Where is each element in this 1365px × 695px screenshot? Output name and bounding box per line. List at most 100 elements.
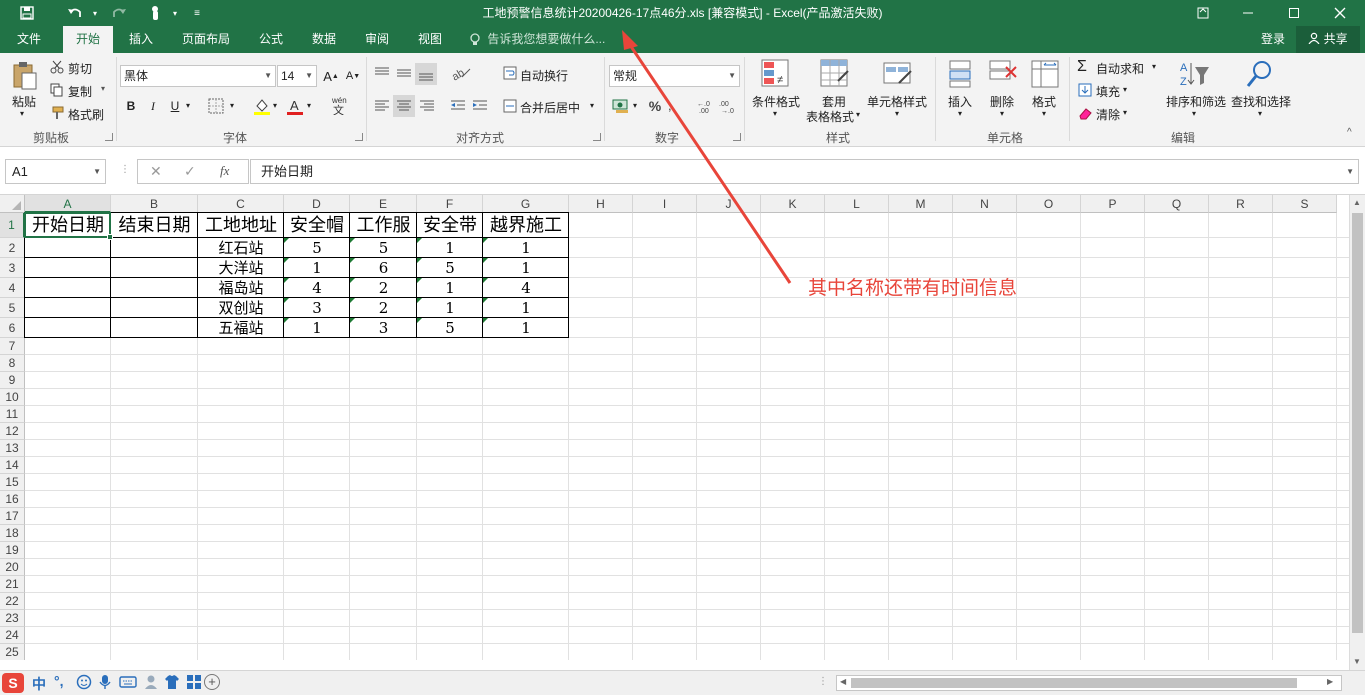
find-select-button[interactable]: 查找和选择 — [1231, 93, 1291, 110]
format-painter-button[interactable]: 格式刷 — [68, 106, 104, 123]
number-launcher-icon[interactable] — [733, 133, 741, 141]
tab-file[interactable]: 文件 — [6, 26, 52, 53]
table-header-cell[interactable]: 安全帽 — [284, 213, 350, 238]
column-header-n[interactable]: N — [953, 195, 1017, 213]
font-color-icon[interactable]: A — [286, 97, 304, 118]
sort-filter-button[interactable]: 排序和筛选 — [1166, 93, 1226, 110]
format-as-table-button-line2[interactable]: 表格格式 — [806, 108, 854, 125]
row-header-7[interactable]: 7 — [0, 338, 25, 355]
autosum-button[interactable]: 自动求和 — [1096, 60, 1144, 77]
table-cell[interactable]: 1 — [483, 318, 569, 338]
column-header-e[interactable]: E — [350, 195, 417, 213]
accounting-format-icon[interactable] — [612, 97, 632, 118]
table-cell[interactable]: 1 — [284, 258, 350, 278]
column-header-p[interactable]: P — [1081, 195, 1145, 213]
table-cell[interactable]: 5 — [417, 318, 483, 338]
paste-dropdown-icon[interactable]: ▾ — [20, 109, 24, 118]
insert-cells-button[interactable]: 插入 — [948, 93, 972, 110]
expand-formula-bar-icon[interactable]: ▼ — [1346, 160, 1354, 183]
column-header-j[interactable]: J — [697, 195, 761, 213]
sign-in-link[interactable]: 登录 — [1254, 26, 1292, 53]
number-as-text-indicator-icon[interactable] — [483, 278, 488, 283]
number-as-text-indicator-icon[interactable] — [483, 318, 488, 323]
ribbon-display-options-icon[interactable] — [1180, 0, 1226, 26]
insert-dropdown-icon[interactable]: ▾ — [958, 109, 962, 118]
horizontal-scrollbar[interactable]: ◀ ▶ — [836, 675, 1342, 691]
table-cell[interactable]: 1 — [483, 258, 569, 278]
align-right-icon[interactable] — [418, 98, 436, 117]
table-cell[interactable]: 1 — [284, 318, 350, 338]
row-header-13[interactable]: 13 — [0, 440, 25, 457]
ime-mode-label[interactable]: 中 — [32, 674, 46, 694]
column-header-c[interactable]: C — [198, 195, 284, 213]
cancel-icon[interactable]: ✕ — [150, 163, 162, 180]
table-header-cell[interactable]: 安全带 — [417, 213, 483, 238]
row-header-10[interactable]: 10 — [0, 389, 25, 406]
customize-qat-icon[interactable]: ≡ — [188, 0, 206, 26]
alignment-launcher-icon[interactable] — [593, 133, 601, 141]
accounting-dropdown-icon[interactable]: ▾ — [633, 101, 637, 110]
font-size-select[interactable]: 14 ▼ — [277, 65, 317, 87]
table-cell[interactable]: 大洋站 — [198, 258, 284, 278]
row-header-15[interactable]: 15 — [0, 474, 25, 491]
column-header-a[interactable]: A — [25, 195, 111, 213]
number-as-text-indicator-icon[interactable] — [417, 318, 422, 323]
undo-dropdown-icon[interactable]: ▾ — [88, 0, 102, 26]
conditional-dropdown-icon[interactable]: ▾ — [773, 109, 777, 118]
table-header-cell[interactable]: 结束日期 — [111, 213, 198, 238]
table-cell[interactable]: 5 — [417, 258, 483, 278]
column-header-o[interactable]: O — [1017, 195, 1081, 213]
fill-color-dropdown-icon[interactable]: ▾ — [273, 101, 277, 110]
increase-font-size-icon[interactable]: A ▲ — [320, 65, 342, 87]
row-header-11[interactable]: 11 — [0, 406, 25, 423]
paste-icon[interactable] — [12, 61, 38, 94]
cell-styles-button[interactable]: 单元格样式 — [867, 93, 927, 110]
row-header-2[interactable]: 2 — [0, 238, 25, 258]
table-cell[interactable]: 6 — [350, 258, 417, 278]
row-header-3[interactable]: 3 — [0, 258, 25, 278]
table-cell[interactable]: 红石站 — [198, 238, 284, 258]
row-header-18[interactable]: 18 — [0, 525, 25, 542]
tab-review[interactable]: 审阅 — [356, 26, 398, 53]
split-handle-icon[interactable]: ⋮ — [818, 676, 828, 687]
merge-center-button[interactable]: 合并后居中 — [520, 99, 580, 116]
scroll-left-icon[interactable]: ◀ — [840, 677, 846, 686]
find-dropdown-icon[interactable]: ▾ — [1258, 109, 1262, 118]
undo-icon[interactable] — [62, 0, 88, 26]
table-cell[interactable]: 1 — [483, 298, 569, 318]
number-as-text-indicator-icon[interactable] — [350, 278, 355, 283]
column-header-l[interactable]: L — [825, 195, 889, 213]
decrease-indent-icon[interactable] — [449, 98, 467, 117]
column-header-k[interactable]: K — [761, 195, 825, 213]
row-header-19[interactable]: 19 — [0, 542, 25, 559]
table-header-cell[interactable]: 工作服 — [350, 213, 417, 238]
save-icon[interactable] — [14, 0, 40, 26]
maximize-icon[interactable] — [1271, 0, 1317, 26]
enter-icon[interactable]: ✓ — [184, 163, 196, 180]
number-as-text-indicator-icon[interactable] — [284, 298, 289, 303]
table-cell[interactable]: 1 — [417, 298, 483, 318]
number-as-text-indicator-icon[interactable] — [417, 238, 422, 243]
microphone-icon[interactable] — [98, 674, 112, 693]
number-as-text-indicator-icon[interactable] — [417, 298, 422, 303]
toolbox-icon[interactable] — [186, 674, 202, 693]
percent-button[interactable]: % — [644, 95, 666, 117]
align-left-icon[interactable] — [373, 98, 391, 117]
bold-button[interactable]: B — [120, 95, 142, 117]
touch-mode-icon[interactable] — [142, 0, 168, 26]
column-header-i[interactable]: I — [633, 195, 697, 213]
format-dropdown-icon[interactable]: ▾ — [1042, 109, 1046, 118]
underline-dropdown-icon[interactable]: ▾ — [186, 101, 190, 110]
borders-icon[interactable] — [208, 98, 224, 117]
format-cells-button[interactable]: 格式 — [1032, 93, 1056, 110]
scroll-down-icon[interactable]: ▼ — [1353, 657, 1361, 666]
redo-icon[interactable] — [106, 0, 132, 26]
name-box[interactable]: A1 ▼ — [5, 159, 106, 184]
number-as-text-indicator-icon[interactable] — [350, 238, 355, 243]
number-as-text-indicator-icon[interactable] — [284, 258, 289, 263]
row-header-24[interactable]: 24 — [0, 627, 25, 644]
delete-dropdown-icon[interactable]: ▾ — [1000, 109, 1004, 118]
align-middle-icon[interactable] — [395, 65, 413, 84]
skin-icon[interactable] — [164, 674, 180, 693]
table-cell[interactable]: 1 — [417, 278, 483, 298]
